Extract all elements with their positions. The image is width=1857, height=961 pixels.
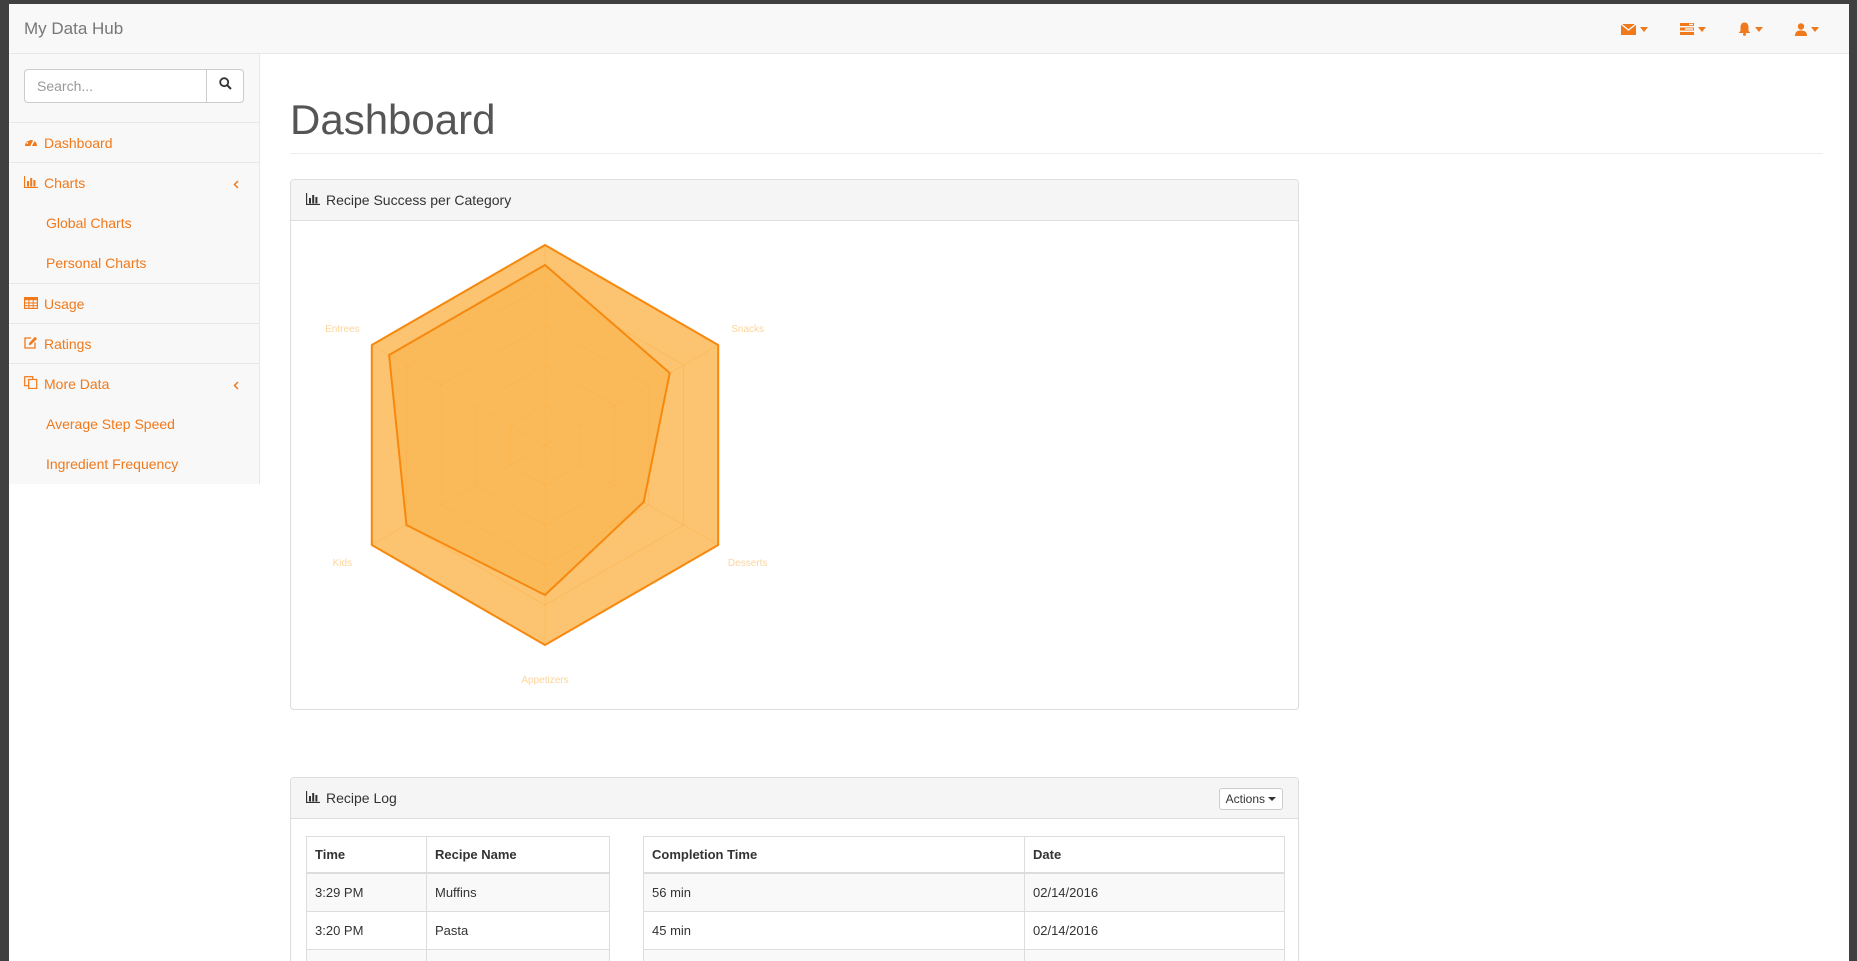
sidebar-item-usage[interactable]: Usage (9, 284, 259, 324)
cell-recipe-name: Pizza (426, 948, 610, 961)
chart-panel: Recipe Success per Category DrinksSnacks… (290, 179, 1299, 710)
bar-chart-icon (305, 790, 326, 806)
cell-date: 02/14/2016 (1024, 910, 1285, 950)
tasks-dropdown[interactable] (1664, 4, 1722, 54)
column-header-time[interactable]: Time (306, 836, 427, 874)
sidebar-item-charts[interactable]: Charts (9, 163, 259, 203)
log-panel-title: Recipe Log (326, 790, 397, 806)
files-icon (24, 376, 44, 392)
caret-down-icon (1811, 26, 1819, 32)
user-icon (1795, 22, 1807, 36)
sidebar-item-label: Charts (44, 175, 86, 191)
cell-date: 02/14/2016 (1024, 872, 1285, 912)
title-divider (290, 153, 1823, 154)
cell-recipe-name: Muffins (426, 872, 610, 912)
user-dropdown[interactable] (1779, 4, 1835, 54)
cell-completion-time: 56 min (643, 872, 1025, 912)
alerts-dropdown[interactable] (1722, 4, 1779, 54)
actions-label: Actions (1225, 792, 1265, 806)
table-row[interactable]: 3:03 PM Pizza (306, 948, 610, 961)
more-data-group: More Data Average Step Speed Ingredient … (9, 364, 259, 484)
chevron-left-icon (233, 377, 245, 393)
tasks-icon (1680, 23, 1694, 35)
sidebar-item-ratings[interactable]: Ratings (9, 324, 259, 364)
cell-time: 3:29 PM (306, 872, 427, 912)
recipe-log-table-left: Time Recipe Name 3:29 PM Muffins 3:20 PM… (306, 836, 610, 961)
bar-chart-icon (23, 175, 44, 191)
sidebar-item-label: More Data (44, 376, 110, 392)
cell-completion-time: 45 min (643, 910, 1025, 950)
cell-recipe-name: Pasta (426, 910, 610, 950)
column-header-completion-time[interactable]: Completion Time (643, 836, 1025, 874)
navbar-right (1605, 4, 1835, 54)
cell-date: 02/14/2016 (1024, 948, 1285, 961)
charts-group: Charts Global Charts Personal Charts (9, 163, 259, 284)
messages-dropdown[interactable] (1605, 4, 1664, 54)
table-row[interactable]: 37 min 02/14/2016 (643, 948, 1285, 961)
table-row[interactable]: 3:29 PM Muffins (306, 872, 610, 912)
cell-time: 3:03 PM (306, 948, 427, 961)
recipe-log-table-right: Completion Time Date 56 min 02/14/2016 4… (643, 836, 1285, 961)
bar-chart-icon (305, 192, 326, 208)
sidebar: Dashboard Charts Global Charts Personal … (9, 54, 260, 484)
radar-category-label: Desserts (728, 558, 767, 569)
sidebar-item-ingredient-frequency[interactable]: Ingredient Frequency (9, 444, 259, 484)
radar-category-label: Entrees (325, 324, 359, 335)
actions-button[interactable]: Actions (1218, 788, 1283, 810)
sidebar-item-global-charts[interactable]: Global Charts (9, 203, 259, 243)
sidebar-item-average-step-speed[interactable]: Average Step Speed (9, 404, 259, 444)
radar-category-label: Kids (333, 558, 352, 569)
sidebar-item-label: Ratings (44, 335, 92, 352)
main-content: Dashboard Recipe Success per Category Dr… (260, 54, 1849, 961)
column-header-recipe-name[interactable]: Recipe Name (426, 836, 610, 874)
log-panel-header: Recipe Log Actions (291, 778, 1298, 819)
page: My Data Hub Search... Dashboard Charts G… (9, 4, 1849, 961)
sidebar-search (9, 54, 259, 123)
table-row[interactable]: 3:20 PM Pasta (306, 910, 610, 950)
radar-chart: DrinksSnacksDessertsAppetizersKidsEntree… (325, 244, 767, 686)
radar-category-label: Appetizers (521, 675, 568, 686)
sidebar-item-more-data[interactable]: More Data (9, 364, 259, 404)
bell-icon (1738, 22, 1751, 36)
sidebar-item-label: Usage (44, 295, 85, 312)
table-icon (24, 296, 44, 312)
table-row[interactable]: 45 min 02/14/2016 (643, 910, 1285, 950)
caret-down-icon (1698, 26, 1706, 32)
radar-category-label: Snacks (731, 324, 764, 335)
sidebar-item-dashboard[interactable]: Dashboard (9, 123, 259, 163)
search-button[interactable] (206, 69, 244, 103)
table-row[interactable]: 56 min 02/14/2016 (643, 872, 1285, 912)
sidebar-item-personal-charts[interactable]: Personal Charts (9, 243, 259, 283)
top-navbar: My Data Hub (9, 4, 1849, 54)
caret-down-icon (1755, 26, 1763, 32)
cell-time: 3:20 PM (306, 910, 427, 950)
brand-title[interactable]: My Data Hub (24, 19, 123, 39)
envelope-icon (1621, 23, 1636, 35)
cell-completion-time: 37 min (643, 948, 1025, 961)
edit-icon (24, 336, 44, 352)
recipe-log-panel: Recipe Log Actions Time Recipe Name 3:29… (290, 777, 1299, 961)
caret-down-icon (1268, 797, 1276, 801)
caret-down-icon (1640, 26, 1648, 32)
chart-panel-title: Recipe Success per Category (326, 192, 512, 208)
chart-panel-header: Recipe Success per Category (291, 180, 1298, 221)
chevron-left-icon (233, 176, 245, 192)
page-title: Dashboard (290, 96, 496, 143)
search-icon (218, 77, 232, 95)
search-input[interactable] (24, 69, 206, 103)
sidebar-item-label: Dashboard (44, 134, 113, 151)
column-header-date[interactable]: Date (1024, 836, 1285, 874)
dashboard-icon (24, 135, 44, 151)
